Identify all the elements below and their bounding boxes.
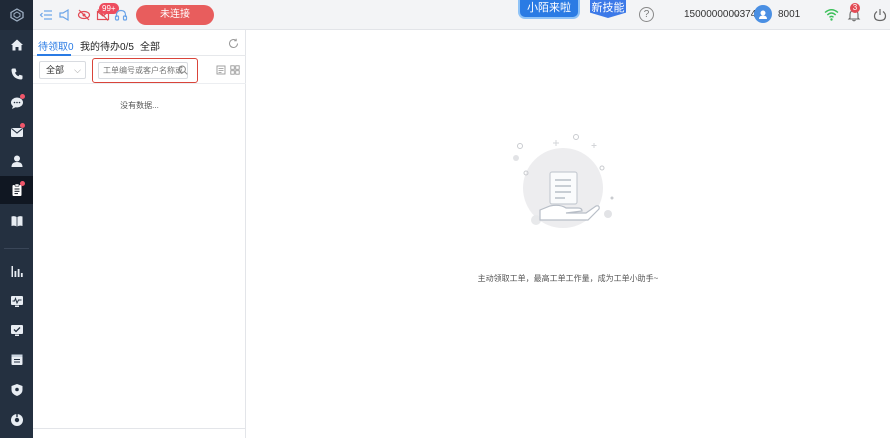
unread-dot	[20, 94, 25, 99]
headset-icon	[114, 9, 128, 21]
empty-list-text: 没有数据...	[120, 101, 159, 110]
phone-icon	[11, 68, 22, 80]
tab-all[interactable]: 全部	[140, 38, 160, 53]
collapse-button[interactable]	[38, 7, 54, 23]
notification-badge: 3	[850, 3, 860, 13]
monitor-icon	[10, 296, 23, 307]
search-input[interactable]	[98, 62, 188, 79]
top-bar: 99+ 未连接 小陌来啦 新技能 ? 1500000000374 ⌵ 8001 …	[33, 0, 890, 30]
shield-icon	[11, 384, 22, 396]
search-icon[interactable]	[178, 65, 188, 75]
list-filter-icon[interactable]	[216, 65, 226, 75]
status-filter-value: 全部	[46, 65, 65, 75]
broadcast-button[interactable]	[57, 7, 73, 23]
sidebar-item-settings[interactable]	[0, 406, 33, 434]
sidebar-divider	[4, 248, 29, 249]
unread-dot	[20, 123, 25, 128]
agent-id: 8001	[778, 9, 801, 20]
broadcast-icon	[59, 8, 69, 22]
search-highlight	[92, 58, 198, 83]
grid-view-icon[interactable]	[230, 65, 240, 75]
tab-unclaimed[interactable]: 待领取0	[38, 38, 74, 53]
empty-state-illustration	[513, 134, 614, 228]
home-icon	[10, 39, 23, 51]
headset-button[interactable]	[113, 7, 129, 23]
settings-icon	[10, 414, 23, 426]
sidebar-item-phone[interactable]	[0, 60, 33, 88]
refresh-icon[interactable]	[228, 38, 239, 49]
filter-row: 全部 ⌵	[33, 56, 246, 84]
sidebar-item-home[interactable]	[0, 31, 33, 59]
panel-divider	[33, 428, 246, 429]
book-icon	[11, 216, 22, 227]
calendar-icon	[11, 354, 22, 365]
work-order-panel: 待领取0 我的待办0/5 全部 全部 ⌵ 没有数据...	[33, 30, 246, 438]
empty-state-message: 主动领取工单，最高工单工作量，成为工单小助手~	[477, 274, 659, 283]
logo-icon	[0, 0, 33, 30]
status-filter-select[interactable]: 全部 ⌵	[39, 61, 86, 79]
sidebar-item-mail[interactable]	[0, 118, 33, 146]
collapse-icon	[39, 10, 52, 20]
wifi-icon[interactable]	[824, 8, 839, 21]
screen-check-icon	[10, 325, 23, 336]
sidebar	[0, 0, 33, 438]
sidebar-item-report[interactable]	[0, 257, 33, 285]
sidebar-item-schedule[interactable]	[0, 345, 33, 373]
headset-avatar-icon	[759, 10, 767, 19]
sidebar-item-quality[interactable]	[0, 316, 33, 344]
sidebar-item-chat[interactable]	[0, 89, 33, 117]
phone-number[interactable]: 1500000000374	[684, 9, 756, 20]
work-order-detail-area: 主动领取工单，最高工单工作量，成为工单小助手~	[246, 30, 890, 438]
help-icon[interactable]: ?	[639, 7, 654, 22]
bar-chart-icon	[11, 266, 23, 277]
sidebar-item-knowledge[interactable]	[0, 207, 33, 235]
sidebar-item-work-order[interactable]	[0, 176, 33, 204]
eye-off-icon	[77, 9, 91, 21]
power-icon[interactable]	[873, 8, 887, 22]
unread-dot	[20, 181, 25, 186]
chevron-down-icon: ⌵	[74, 65, 81, 75]
visibility-toggle[interactable]	[76, 7, 92, 23]
avatar[interactable]	[754, 5, 772, 23]
user-icon	[11, 155, 22, 167]
promo-banner-xiaomo[interactable]: 小陌来啦	[520, 0, 578, 17]
promo-banner-new-skill[interactable]: 新技能	[590, 0, 626, 18]
tab-my-todo[interactable]: 我的待办0/5	[80, 38, 134, 53]
sidebar-item-user[interactable]	[0, 147, 33, 175]
work-order-tabs: 待领取0 我的待办0/5 全部	[33, 30, 246, 56]
connection-status-button[interactable]: 未连接	[136, 5, 214, 25]
sidebar-item-security[interactable]	[0, 376, 33, 404]
chevron-down-icon[interactable]: ⌵	[733, 8, 741, 19]
sidebar-item-monitor[interactable]	[0, 287, 33, 315]
